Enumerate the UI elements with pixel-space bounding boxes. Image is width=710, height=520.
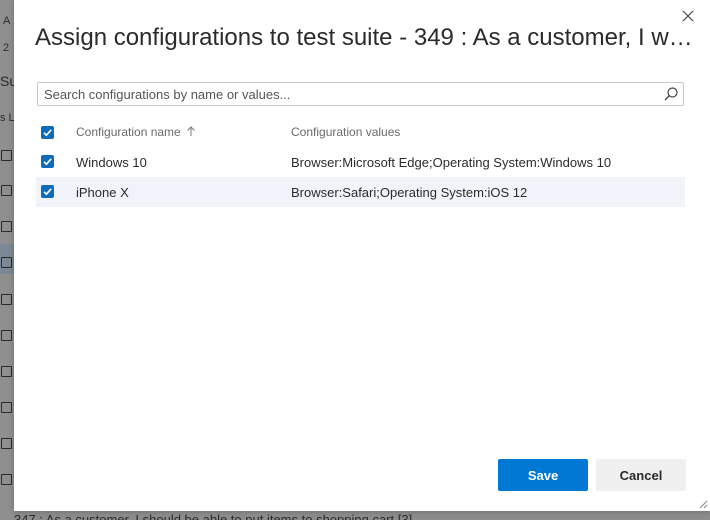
sort-ascending-icon [186, 126, 195, 136]
test-case-icon [1, 150, 12, 161]
configuration-name: iPhone X [76, 185, 129, 200]
checkmark-icon [43, 129, 52, 137]
background-fragment: 2 [3, 42, 10, 54]
test-case-icon [1, 185, 12, 196]
column-header-name[interactable]: Configuration name [76, 125, 196, 139]
cancel-button[interactable]: Cancel [596, 459, 686, 491]
configuration-values: Browser:Microsoft Edge;Operating System:… [291, 155, 612, 170]
configurations-grid: Configuration name Configuration values … [36, 117, 685, 207]
save-button[interactable]: Save [498, 459, 588, 491]
checkmark-icon [43, 158, 52, 166]
background-fragment: s L [0, 112, 15, 124]
resize-grip-icon[interactable] [698, 499, 708, 509]
background-left-strip: A 2 Su s L [0, 0, 17, 520]
table-row[interactable]: Windows 10 Browser:Microsoft Edge;Operat… [36, 147, 685, 177]
search-icon[interactable] [663, 86, 679, 102]
test-case-icon [1, 366, 12, 377]
test-case-icon [1, 402, 12, 413]
column-header-values[interactable]: Configuration values [291, 125, 400, 139]
configuration-name: Windows 10 [76, 155, 147, 170]
dialog-title: Assign configurations to test suite - 34… [35, 24, 695, 51]
assign-configurations-dialog: Assign configurations to test suite - 34… [14, 0, 710, 511]
test-case-icon [1, 257, 12, 268]
search-input[interactable] [38, 83, 664, 105]
search-box [37, 82, 684, 106]
close-button[interactable] [680, 8, 696, 24]
grid-header-row: Configuration name Configuration values [36, 117, 685, 147]
checkmark-icon [43, 188, 52, 196]
test-case-icon [1, 330, 12, 341]
background-fragment: A [3, 15, 11, 27]
test-case-icon [1, 474, 12, 485]
table-row[interactable]: iPhone X Browser:Safari;Operating System… [36, 177, 685, 207]
background-bottom-text: 347 : As a customer, I should be able to… [14, 511, 710, 520]
configuration-values: Browser:Safari;Operating System:iOS 12 [291, 185, 528, 200]
background-test-suite-text: 347 : As a customer, I should be able to… [14, 512, 413, 520]
row-checkbox[interactable] [41, 155, 54, 168]
row-checkbox[interactable] [41, 185, 54, 198]
test-case-icon [1, 294, 12, 305]
test-case-icon [1, 438, 12, 449]
close-icon [682, 10, 694, 22]
column-header-name-label: Configuration name [76, 125, 181, 139]
select-all-checkbox[interactable] [41, 126, 54, 139]
test-case-icon [1, 221, 12, 232]
